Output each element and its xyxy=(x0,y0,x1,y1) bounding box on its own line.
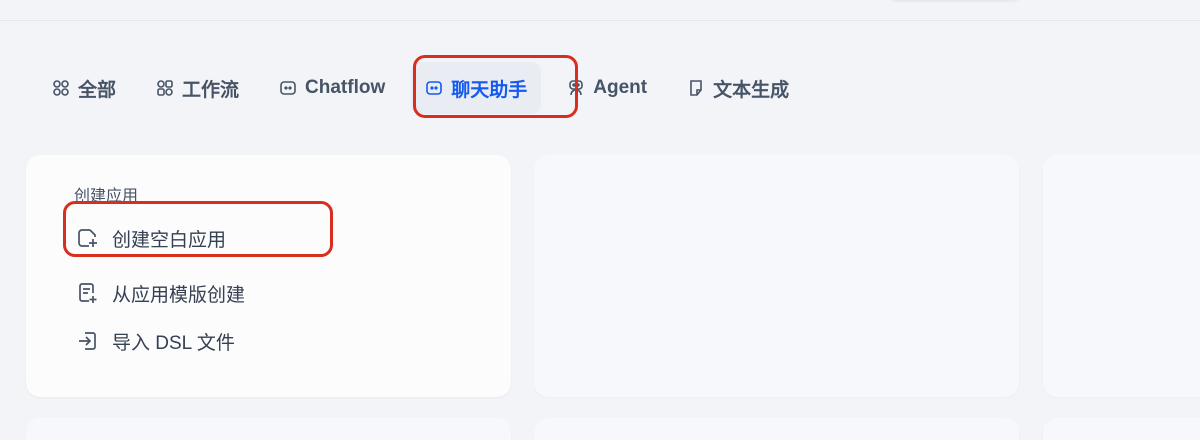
app-card-placeholder[interactable] xyxy=(1043,418,1200,440)
app-card-placeholder[interactable] xyxy=(1043,155,1200,397)
create-blank-app-button[interactable]: 创建空白应用 xyxy=(76,223,226,253)
robot-icon xyxy=(567,79,585,97)
tab-agent[interactable]: Agent xyxy=(553,62,661,114)
grid-icon xyxy=(52,79,70,97)
menu-item-label: 创建空白应用 xyxy=(112,229,227,251)
tab-chatflow[interactable]: Chatflow xyxy=(265,62,399,114)
tab-label: 工作流 xyxy=(182,79,240,101)
app-card-placeholder[interactable] xyxy=(534,155,1019,397)
document-icon xyxy=(687,79,705,97)
tab-workflow[interactable]: 工作流 xyxy=(142,62,253,114)
app-card-placeholder[interactable] xyxy=(26,418,511,440)
create-app-card: 创建应用 创建空白应用 从应用模版创建 导入 DSL 文件 xyxy=(26,155,511,397)
tab-label: Chatflow xyxy=(305,77,386,98)
import-dsl-button[interactable]: 导入 DSL 文件 xyxy=(76,326,235,356)
chat-bubble-icon xyxy=(279,79,297,97)
tab-label: 全部 xyxy=(78,79,117,101)
import-icon xyxy=(76,330,98,352)
template-file-icon xyxy=(76,282,98,304)
app-type-tabs: 全部 工作流 Chatflow 聊天助手 Agent 文本生成 xyxy=(32,62,809,114)
app-card-placeholder[interactable] xyxy=(534,418,1019,440)
workflow-icon xyxy=(156,79,174,97)
create-from-template-button[interactable]: 从应用模版创建 xyxy=(76,278,245,308)
tab-label: 文本生成 xyxy=(713,79,790,101)
tab-label: Agent xyxy=(593,77,648,98)
menu-item-label: 导入 DSL 文件 xyxy=(112,332,235,354)
create-app-title: 创建应用 xyxy=(74,188,139,205)
tab-all[interactable]: 全部 xyxy=(38,62,130,114)
top-bar xyxy=(0,0,1200,21)
new-file-icon xyxy=(76,227,98,249)
chat-bubble-icon xyxy=(425,79,443,97)
menu-item-label: 从应用模版创建 xyxy=(112,284,246,306)
tab-chat-assistant[interactable]: 聊天助手 xyxy=(411,62,542,114)
tab-label: 聊天助手 xyxy=(451,79,528,101)
tab-text-generation[interactable]: 文本生成 xyxy=(673,62,803,114)
